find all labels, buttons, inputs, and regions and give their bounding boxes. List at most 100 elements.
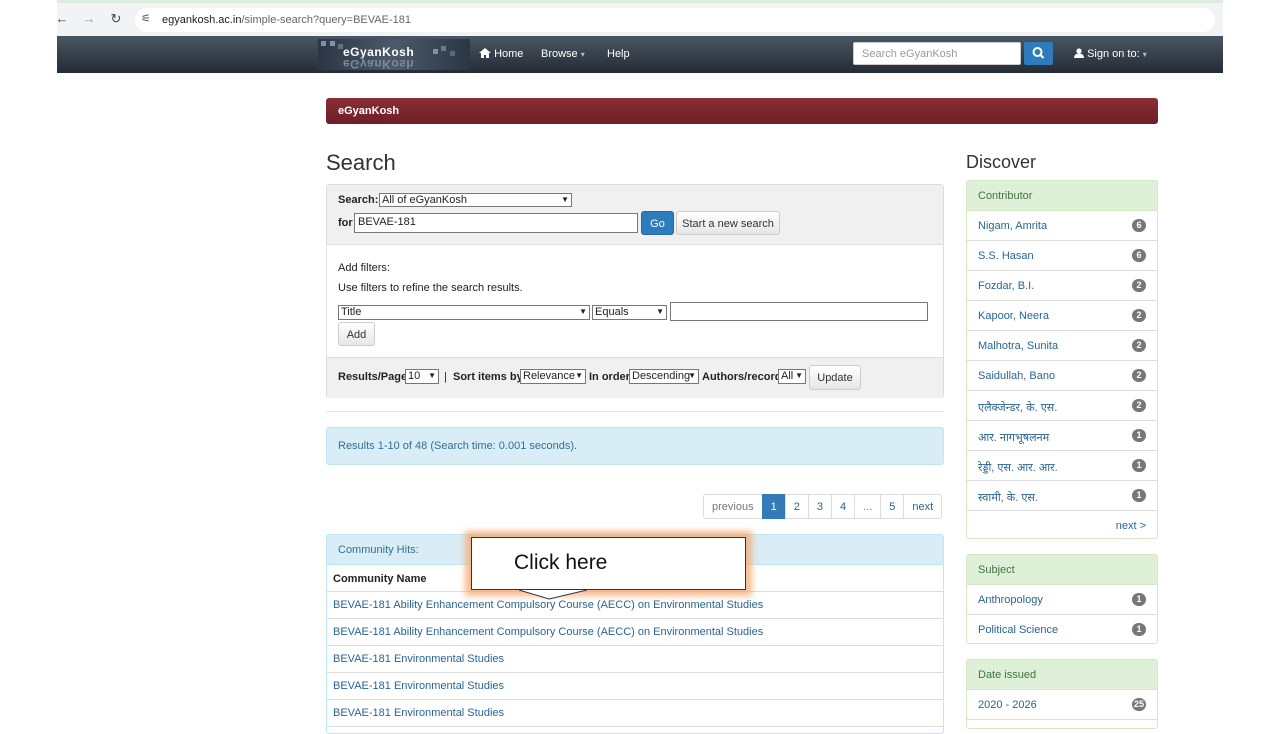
divider [326, 411, 944, 412]
contributor-heading: Contributor [967, 181, 1157, 211]
count-badge: 1 [1132, 489, 1146, 502]
site-search-button[interactable] [1024, 42, 1053, 65]
url-path: /simple-search?query=BEVAE-181 [241, 14, 411, 26]
facet-item-label: Kapoor, Neera [978, 310, 1049, 322]
facet-item-label: स्वामी, के. एस. [978, 492, 1038, 504]
chevron-down-icon: ▼ [795, 371, 803, 380]
filter-value-input[interactable] [670, 302, 928, 321]
count-badge: 2 [1132, 339, 1146, 352]
facet-item[interactable]: Saidullah, Bano 2 [967, 361, 1157, 391]
chevron-down-icon: ▼ [561, 195, 569, 204]
community-hit-row[interactable]: BEVAE-181 Environmental Studies [327, 646, 943, 673]
pagination-page[interactable]: 1 [761, 494, 786, 519]
nav-help[interactable]: Help [607, 48, 630, 60]
callout-pointer [519, 589, 587, 600]
browser-toolbar: ← → ↻ ⚟ egyankosh.ac.in/simple-search?qu… [56, 0, 1223, 36]
count-badge: 6 [1132, 219, 1146, 232]
pagination-page[interactable]: 2 [784, 494, 809, 519]
pagination-page[interactable]: 3 [807, 494, 832, 519]
facet-item-label: Fozdar, B.I. [978, 280, 1035, 292]
facet-item[interactable]: स्वामी, के. एस. 1 [967, 481, 1157, 511]
site-settings-icon[interactable]: ⚟ [141, 12, 157, 26]
nav-browse[interactable]: Browse ▾ [541, 48, 585, 60]
discover-title: Discover [966, 152, 1037, 172]
filters-hint: Use filters to refine the search results… [338, 282, 523, 294]
nav-signin[interactable]: Sign on to: ▾ [1074, 48, 1147, 60]
nav-browse-label: Browse [541, 48, 578, 60]
site-search-input[interactable]: Search eGyanKosh [853, 42, 1021, 65]
facet-item-label: S.S. Hasan [978, 250, 1034, 262]
facet-item-label: Malhotra, Sunita [978, 340, 1059, 352]
facet-item[interactable]: 2020 - 2026 25 [967, 690, 1157, 720]
community-hit-row[interactable]: BEVAE-181 Environmental Studies [327, 700, 943, 727]
pagination: previous 1 2 3 4 ... 5 next [703, 494, 943, 519]
results-per-page-value: 10 [408, 370, 421, 382]
pagination-previous[interactable]: previous [703, 494, 763, 519]
add-filters-label: Add filters: [338, 262, 390, 274]
add-filter-button[interactable]: Add [338, 322, 375, 346]
nav-help-label: Help [607, 48, 630, 60]
reload-icon[interactable]: ↻ [106, 11, 126, 27]
search-form-panel: Search: All of eGyanKosh ▼ for BEVAE-181 … [326, 184, 944, 398]
community-hit-row[interactable]: BEVAE-181 Environmental Studies [327, 673, 943, 700]
facet-item[interactable]: Fozdar, B.I. 2 [967, 271, 1157, 301]
address-url[interactable]: egyankosh.ac.in/simple-search?query=BEVA… [162, 14, 411, 26]
authors-select[interactable]: All ▼ [778, 369, 806, 384]
facet-item[interactable]: Nigam, Amrita 6 [967, 211, 1157, 241]
sort-label: Sort items by [453, 371, 523, 383]
facet-item-label: Political Science [978, 624, 1059, 636]
update-button[interactable]: Update [809, 365, 861, 390]
count-badge: 25 [1131, 698, 1146, 711]
chevron-down-icon: ▼ [656, 307, 664, 316]
sort-select[interactable]: Relevance ▼ [520, 369, 586, 384]
query-input[interactable]: BEVAE-181 [354, 213, 638, 233]
nav-home[interactable]: Home [479, 48, 523, 60]
options-separator: | [444, 371, 447, 383]
contributor-next-link[interactable]: next > [967, 511, 1157, 538]
count-badge: 1 [1132, 593, 1146, 606]
results-per-page-label: Results/Page [338, 371, 408, 383]
facet-item[interactable]: S.S. Hasan 6 [967, 241, 1157, 271]
nav-signin-label: Sign on to: [1087, 48, 1140, 60]
community-hit-row[interactable]: BEVAE-181 Ability Enhancement Compulsory… [327, 619, 943, 646]
facet-item-label: 2020 - 2026 [978, 699, 1037, 711]
community-hit-row[interactable]: BEVAE-181 Ability Enhancement Compulsory… [327, 592, 943, 619]
chevron-down-icon: ▼ [579, 307, 587, 316]
chevron-down-icon: ▼ [428, 371, 436, 380]
order-select[interactable]: Descending ▼ [629, 369, 699, 384]
facet-item[interactable]: एलैक्जेन्डर, के. एस. 2 [967, 391, 1157, 421]
chevron-down-icon: ▾ [1142, 50, 1147, 59]
filter-field-value: Title [341, 306, 362, 318]
filter-op-select[interactable]: Equals ▼ [592, 305, 667, 320]
facet-item[interactable]: Political Science 1 [967, 615, 1157, 643]
facet-item-label: Saidullah, Bano [978, 370, 1056, 382]
forward-icon[interactable]: → [79, 11, 99, 27]
filter-field-select[interactable]: Title ▼ [338, 305, 590, 320]
results-per-page-select[interactable]: 10 ▼ [405, 369, 439, 384]
count-badge: 2 [1132, 309, 1146, 322]
go-button[interactable]: Go [641, 211, 674, 235]
facet-item[interactable]: Anthropology 1 [967, 585, 1157, 615]
click-here-callout: Click here [471, 537, 746, 590]
pagination-page[interactable]: 5 [880, 494, 905, 519]
back-icon[interactable]: ← [52, 11, 72, 27]
pagination-page[interactable]: 4 [830, 494, 856, 519]
scope-value: All of eGyanKosh [382, 194, 467, 206]
order-value: Descending [632, 370, 691, 382]
facet-item[interactable]: आर. नागभूषलनम 1 [967, 421, 1157, 451]
facet-item[interactable]: Kapoor, Neera 2 [967, 301, 1157, 331]
facet-item[interactable]: रेड्डी, एस. आर. आर. 1 [967, 451, 1157, 481]
facet-item[interactable]: Malhotra, Sunita 2 [967, 331, 1157, 361]
site-logo[interactable]: eGyanKosh eGyanKosh [318, 39, 470, 70]
results-summary: Results 1-10 of 48 (Search time: 0.001 s… [326, 427, 944, 465]
count-badge: 1 [1132, 459, 1146, 472]
filter-op-value: Equals [595, 306, 629, 318]
new-search-button[interactable]: Start a new search [676, 211, 780, 235]
subject-heading: Subject [967, 555, 1157, 585]
contributor-facet: Contributor Nigam, Amrita 6 S.S. Hasan 6 F… [966, 180, 1158, 539]
scope-select[interactable]: All of eGyanKosh ▼ [379, 193, 572, 207]
chevron-down-icon: ▾ [580, 50, 585, 59]
pagination-next[interactable]: next [903, 494, 943, 519]
breadcrumb-banner: eGyanKosh [326, 98, 1158, 124]
banner-link[interactable]: eGyanKosh [338, 105, 399, 117]
